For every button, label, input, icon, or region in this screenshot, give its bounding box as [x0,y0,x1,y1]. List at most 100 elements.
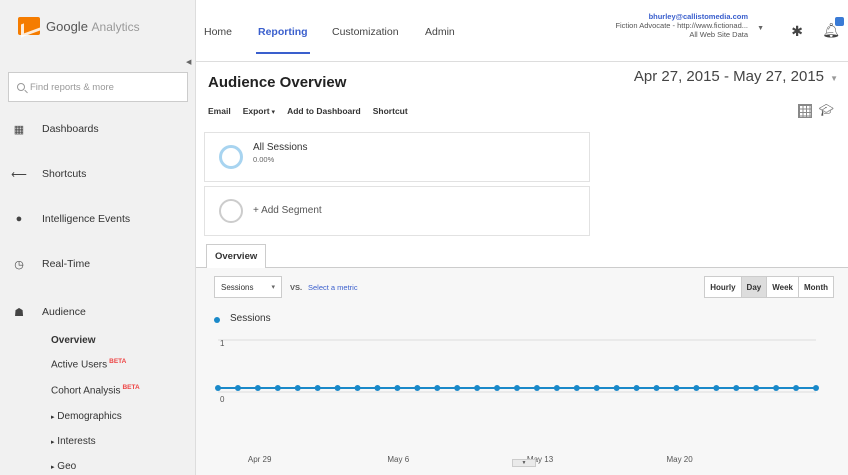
data-point [215,385,221,391]
data-point [773,385,780,391]
sessions-line-chart: 10Apr 29 May 6 May 13 May 20 [215,339,819,464]
interval-day[interactable]: Day [741,277,768,297]
x-tick-label: May 6 [387,455,409,464]
data-point [374,385,381,391]
beta-badge: BETA [109,358,127,365]
interval-hourly[interactable]: Hourly [705,277,742,297]
sidebar-item-shortcuts[interactable]: ⟵ Shortcuts [0,162,196,186]
segment-ring-icon [219,145,243,169]
data-point [394,385,401,391]
select-metric-link[interactable]: Select a metric [308,283,358,292]
segment-all-sessions[interactable]: All Sessions 0.00% [204,132,590,182]
data-point [334,385,341,391]
data-point [813,385,819,391]
report-tab-bar: Overview [196,244,848,269]
sidebar-item-dashboards[interactable]: ▦ Dashboards [0,117,196,141]
sidebar-sub-cohort-analysis[interactable]: Cohort Analysis BETA [51,384,140,396]
tab-home[interactable]: Home [204,26,232,38]
data-point [474,385,481,391]
data-point [314,385,321,391]
account-email: bhurley@callistomedia.com [648,12,748,21]
expand-arrow-icon: ▸ [51,414,55,421]
sidebar-item-real-time[interactable]: ◷ Real-Time [0,252,196,276]
y-tick-label: 0 [220,395,225,404]
shortcut-button[interactable]: Shortcut [373,106,408,116]
data-point [454,385,461,391]
data-point [494,385,501,391]
add-segment-button[interactable]: + Add Segment [204,186,590,236]
chevron-down-icon[interactable]: ▼ [757,25,764,32]
analytics-logo-icon [18,17,40,35]
legend-dot-sessions [214,317,220,323]
interval-toggle: Hourly Day Week Month [704,276,834,298]
interval-week[interactable]: Week [767,277,799,297]
data-point [793,385,800,391]
graduation-cap-icon[interactable]: 🎓︎ [819,103,834,117]
search-icon [17,83,25,91]
dashboard-grid-icon: ▦ [13,123,25,136]
data-point [673,385,680,391]
collapse-sidebar-icon[interactable]: ◀ [186,58,191,66]
sidebar-sub-interests[interactable]: ▸ Interests [51,436,96,447]
top-nav: Home Reporting Customization Admin bhurl… [196,0,848,62]
data-point [354,385,361,391]
expand-arrow-icon: ▸ [51,464,55,471]
chevron-down-icon[interactable]: ▼ [830,74,838,83]
search-input[interactable] [30,81,180,93]
x-tick-label: May 20 [666,455,693,464]
google-analytics-logo[interactable]: Google Analytics [18,14,140,38]
email-button[interactable]: Email [208,106,231,116]
segment-ring-icon [219,199,243,223]
add-to-dashboard-button[interactable]: Add to Dashboard [287,106,361,116]
sidebar-sub-geo[interactable]: ▸ Geo [51,461,76,472]
grid-view-icon[interactable] [798,104,812,118]
data-point [234,385,241,391]
data-point [514,385,520,391]
tab-admin[interactable]: Admin [425,26,455,38]
data-point [434,385,441,391]
page-title: Audience Overview [208,74,347,91]
chart-expand-handle[interactable]: ▼ [512,459,536,467]
account-view: All Web Site Data [689,30,748,39]
sidebar-item-intelligence-events[interactable]: ● Intelligence Events [0,207,196,231]
chart-panel: Sessions VS. Select a metric Hourly Day … [196,268,848,475]
shortcut-arrow-icon: ⟵ [11,168,27,181]
data-point [653,385,660,391]
export-button[interactable]: Export [243,106,275,116]
tab-reporting[interactable]: Reporting [258,26,308,38]
account-selector[interactable]: bhurley@callistomedia.com Fiction Advoca… [615,12,748,39]
data-point [573,385,580,391]
data-point [693,385,700,391]
data-point [753,385,760,391]
gear-icon[interactable]: ✱ [791,23,803,40]
date-range-picker[interactable]: Apr 27, 2015 - May 27, 2015 [634,68,824,85]
search-box[interactable] [8,72,188,102]
tab-overview[interactable]: Overview [206,244,267,269]
data-point [713,385,720,391]
data-point [414,385,421,391]
report-toolbar: Email Export Add to Dashboard Shortcut [208,106,408,116]
beta-badge: BETA [122,384,140,391]
data-point [254,385,261,391]
sidebar-sub-overview[interactable]: Overview [51,335,95,346]
account-property: Fiction Advocate - http://www.fictionad.… [615,21,748,30]
notification-badge [835,17,844,26]
data-point [274,385,281,391]
interval-month[interactable]: Month [799,277,833,297]
people-icon: ☗ [14,306,24,319]
legend-label-sessions: Sessions [230,313,271,324]
tab-customization[interactable]: Customization [332,26,399,38]
sidebar-item-audience[interactable]: ☗ Audience [0,300,196,324]
x-tick-label: Apr 29 [248,455,272,464]
data-point [633,385,640,391]
vs-label: VS. [290,283,303,292]
sidebar-sub-demographics[interactable]: ▸ Demographics [51,411,122,422]
lightbulb-icon: ● [15,213,23,225]
data-point [553,385,560,391]
y-tick-label: 1 [220,339,225,348]
sidebar-sub-active-users[interactable]: Active Users BETA [51,358,126,370]
main-content: Audience Overview Apr 27, 2015 - May 27,… [196,62,848,475]
sidebar: Google Analytics ◀ ▦ Dashboards ⟵ Shortc… [0,0,196,475]
metric-select[interactable]: Sessions [214,276,282,298]
data-point [294,385,301,391]
